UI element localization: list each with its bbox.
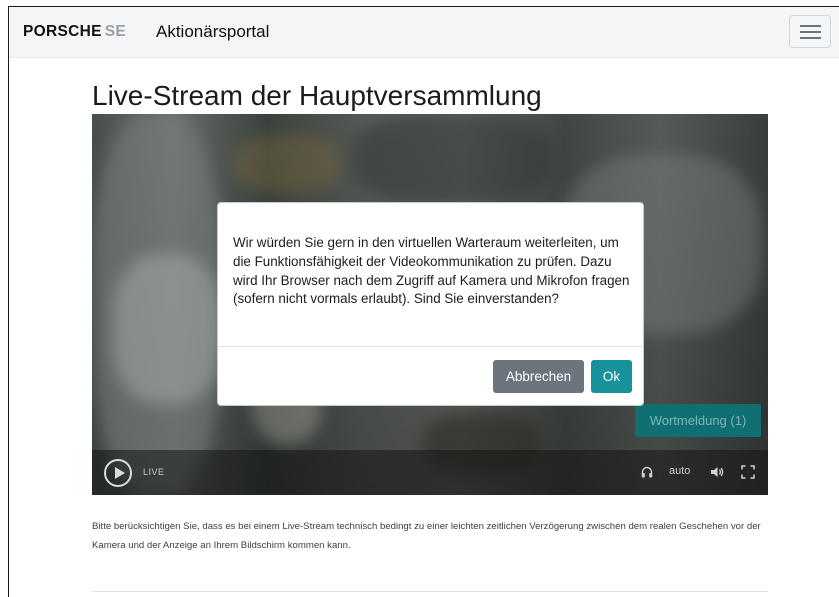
confirmation-dialog: Wir würden Sie gern in den virtuellen Wa… <box>217 202 644 406</box>
stream-delay-notice: Bitte berücksichtigen Sie, dass es bei e… <box>92 521 761 551</box>
headphones-icon[interactable] <box>641 466 653 478</box>
video-frame-blur <box>112 254 222 404</box>
browser-window: PORSCHE SE Aktionärsportal Live-Stream de… <box>8 6 839 597</box>
ok-button[interactable]: Ok <box>591 360 632 393</box>
brand-logo[interactable]: PORSCHE SE <box>23 23 126 41</box>
brand-main: PORSCHE <box>23 23 102 40</box>
hamburger-icon-bar <box>800 37 821 39</box>
quality-selector[interactable]: auto <box>669 465 690 477</box>
live-indicator: LIVE <box>143 467 165 477</box>
brand-suffix: SE <box>104 23 127 40</box>
fullscreen-icon[interactable] <box>741 465 755 479</box>
wortmeldung-button[interactable]: Wortmeldung (1) <box>635 404 761 437</box>
video-frame-blur <box>232 134 342 194</box>
volume-icon[interactable] <box>710 466 724 478</box>
section-divider <box>92 591 768 592</box>
dialog-message: Wir würden Sie gern in den virtuellen Wa… <box>233 235 630 307</box>
video-frame-blur <box>352 114 552 204</box>
page-title: Live-Stream der Hauptversammlung <box>92 80 542 111</box>
hamburger-icon <box>800 25 821 27</box>
top-navbar: PORSCHE SE Aktionärsportal <box>9 7 839 58</box>
portal-title[interactable]: Aktionärsportal <box>156 22 269 42</box>
cancel-button[interactable]: Abbrechen <box>493 360 584 393</box>
dialog-divider <box>218 346 643 347</box>
player-control-bar: LIVE auto <box>92 450 768 495</box>
hamburger-icon-bar <box>800 31 821 33</box>
play-icon[interactable] <box>104 459 132 487</box>
hamburger-menu-button[interactable] <box>789 15 831 48</box>
